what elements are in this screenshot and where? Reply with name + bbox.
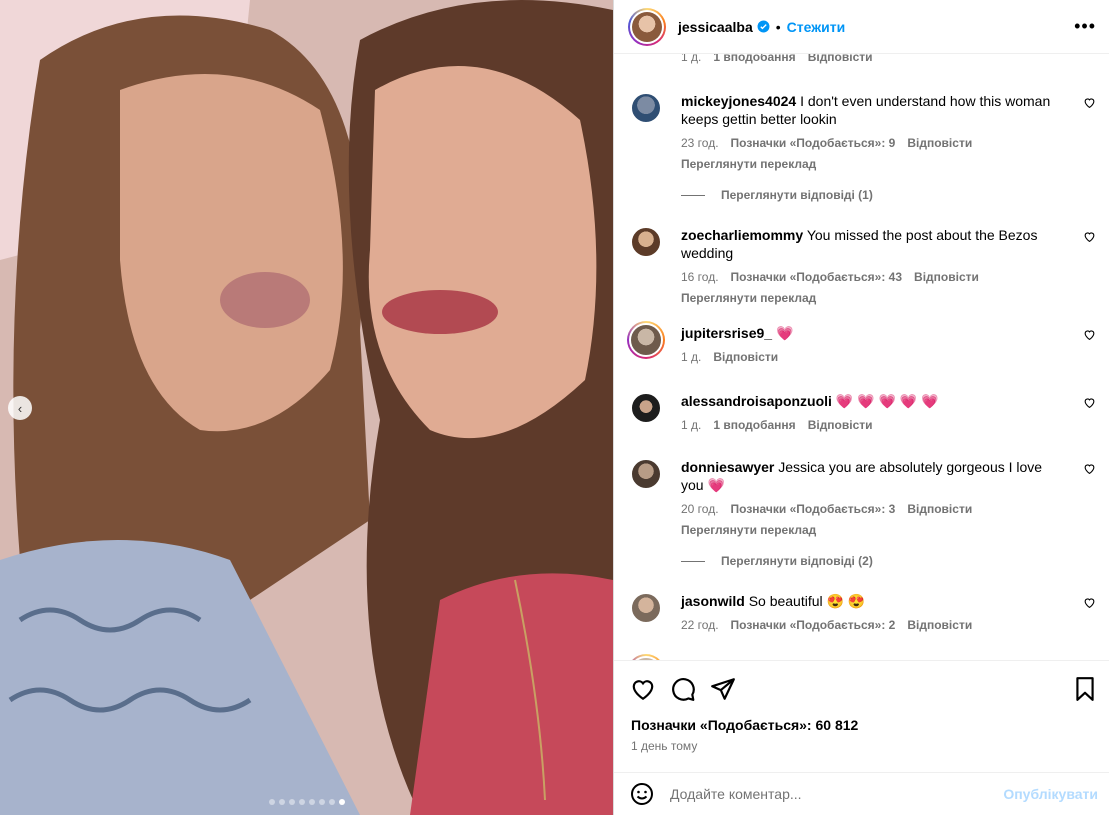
comment-time: 20 год. (681, 502, 719, 516)
carousel-dot (328, 799, 335, 805)
reply-button[interactable]: Відповісти (808, 416, 873, 434)
reply-button[interactable]: Відповісти (907, 616, 972, 634)
comment-time: 1 д. (681, 54, 702, 64)
comment-icon[interactable] (670, 676, 696, 702)
translate-link[interactable]: Переглянути переклад (681, 155, 1061, 173)
reply-button[interactable]: Відповісти (907, 134, 972, 152)
carousel-dot (268, 799, 275, 805)
comment-time: 23 год. (681, 136, 719, 150)
commenter-avatar[interactable] (630, 392, 662, 424)
carousel-dot (298, 799, 305, 805)
carousel-dot (318, 799, 325, 805)
translate-link[interactable]: Переглянути переклад (681, 289, 1061, 307)
post-comment-button[interactable]: Опублікувати (1003, 786, 1098, 802)
comment-time: 22 год. (681, 618, 719, 632)
commenter-avatar[interactable] (630, 458, 662, 490)
reply-button[interactable]: Відповісти (808, 54, 873, 66)
comment-text: So beautiful 😍 😍 (748, 593, 866, 609)
reply-button[interactable]: Відповісти (914, 268, 979, 286)
comment-item: 1 д. 1 вподобання Відповісти (630, 54, 1100, 66)
header-separator: • (775, 18, 781, 35)
more-icon[interactable]: ••• (1074, 16, 1096, 37)
commenter-username[interactable]: alessandroisaponzuoli (681, 393, 832, 409)
comment-item: zoecharliemommy You missed the post abou… (630, 226, 1100, 307)
comment-likes[interactable]: Позначки «Подобається»: 43 (731, 268, 902, 286)
view-replies-link[interactable]: Переглянути відповіді (1) (681, 188, 873, 202)
comments-list[interactable]: 1 д. 1 вподобання Відповісти mickeyjones… (614, 54, 1109, 660)
share-icon[interactable] (710, 676, 736, 702)
carousel-dot (308, 799, 315, 805)
comment-likes[interactable]: Позначки «Подобається»: 2 (731, 616, 896, 634)
carousel-dot (288, 799, 295, 805)
view-replies-label: Переглянути відповіді (1) (721, 188, 873, 202)
follow-button[interactable]: Стежити (787, 19, 846, 35)
commenter-username[interactable]: donniesawyer (681, 459, 774, 475)
commenter-avatar[interactable] (627, 321, 665, 359)
commenter-username[interactable]: mickeyjones4024 (681, 93, 796, 109)
reply-button[interactable]: Відповісти (907, 500, 972, 518)
carousel-dot-active (338, 799, 345, 805)
comment-likes[interactable]: 1 вподобання (713, 54, 795, 66)
comment-likes[interactable]: 1 вподобання (713, 416, 795, 434)
post-media[interactable]: ‹ (0, 0, 613, 815)
commenter-username[interactable]: jasonwild (681, 593, 745, 609)
view-replies-link[interactable]: Переглянути відповіді (2) (681, 554, 873, 568)
commenter-avatar[interactable] (630, 592, 662, 624)
post-header: jessicaalba • Стежити ••• (614, 0, 1109, 54)
comment-text: 💗 (775, 325, 794, 341)
comment-text: 💗 💗 💗 💗 💗 (835, 393, 939, 409)
chevron-left-icon: ‹ (17, 400, 23, 416)
heart-icon[interactable] (1083, 328, 1096, 341)
comment-time: 1 д. (681, 350, 702, 364)
comment-item: donniesawyer Jessica you are absolutely … (630, 458, 1100, 539)
heart-icon[interactable] (1083, 230, 1096, 243)
heart-icon[interactable] (1083, 462, 1096, 475)
commenter-avatar[interactable] (630, 92, 662, 124)
comment-time: 16 год. (681, 270, 719, 284)
commenter-username[interactable]: jupitersrise9_ (681, 325, 772, 341)
comment-item: jasonwild So beautiful 😍 😍 22 год. Позна… (630, 592, 1100, 634)
author-avatar[interactable] (628, 7, 666, 46)
comment-time: 1 д. (681, 418, 702, 432)
add-comment-bar: Опублікувати (614, 772, 1109, 815)
verified-icon (757, 20, 770, 33)
reply-button[interactable]: Відповісти (713, 348, 778, 366)
carousel-dot (278, 799, 285, 805)
author-username[interactable]: jessicaalba (678, 19, 753, 35)
view-replies-label: Переглянути відповіді (2) (721, 554, 873, 568)
bookmark-icon[interactable] (1072, 676, 1098, 702)
commenter-avatar[interactable] (630, 226, 662, 258)
heart-icon[interactable] (1083, 396, 1096, 409)
comment-item: alessandroisaponzuoli 💗 💗 💗 💗 💗 1 д. 1 в… (630, 392, 1100, 434)
heart-icon[interactable] (1083, 596, 1096, 609)
heart-icon[interactable] (1083, 96, 1096, 109)
post-time[interactable]: 1 день тому (631, 739, 697, 753)
emoji-icon[interactable] (630, 782, 654, 806)
comment-item: jupitersrise9_ 💗 1 д. Відповісти (627, 321, 1100, 366)
heart-icon[interactable] (630, 676, 656, 702)
comment-item: mickeyjones4024 I don't even understand … (630, 92, 1100, 173)
post-actions: Позначки «Подобається»: 60 812 1 день то… (614, 660, 1109, 772)
comment-likes[interactable]: Позначки «Подобається»: 9 (731, 134, 896, 152)
carousel-indicator (0, 799, 613, 805)
likes-count[interactable]: Позначки «Подобається»: 60 812 (631, 717, 858, 733)
post-sidebar: jessicaalba • Стежити ••• 1 д. 1 вподоба… (613, 0, 1109, 815)
commenter-username[interactable]: zoecharliemommy (681, 227, 803, 243)
carousel-prev-button[interactable]: ‹ (8, 396, 32, 420)
translate-link[interactable]: Переглянути переклад (681, 521, 1061, 539)
post-photo (0, 0, 613, 815)
comment-input[interactable] (670, 786, 990, 802)
comment-likes[interactable]: Позначки «Подобається»: 3 (731, 500, 896, 518)
